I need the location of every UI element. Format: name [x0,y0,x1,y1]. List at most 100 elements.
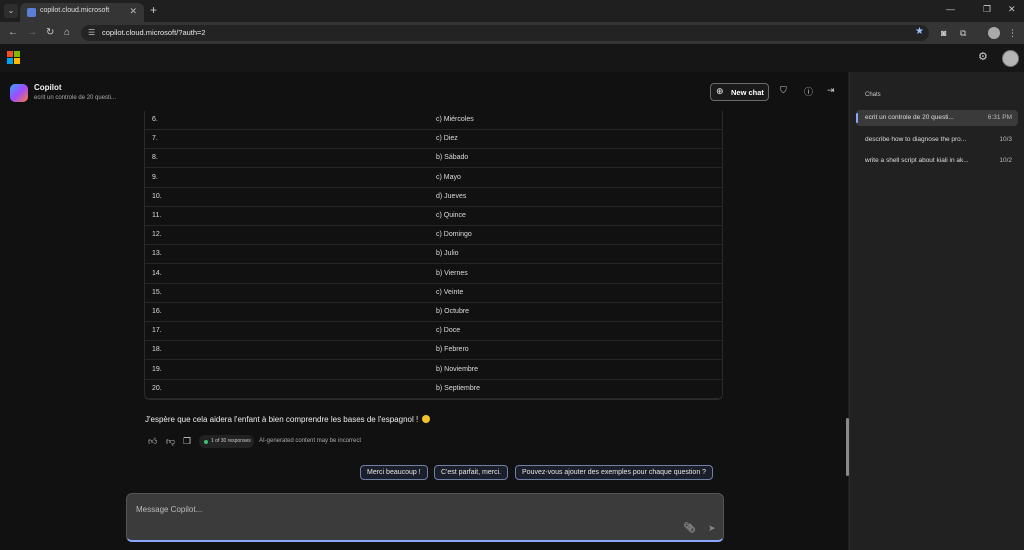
table-row: 15. c) Veinte [145,284,722,303]
table-row: 7. c) Diez [145,130,722,150]
chat-history-item[interactable]: ecrit un controle de 20 questi... 6:31 P… [856,110,1018,126]
answer-cell: b) Sábado [436,154,469,162]
url-text[interactable]: copilot.cloud.microsoft/?auth=2 [102,28,206,37]
answer-cell: b) Viernes [436,269,468,277]
minimize-icon[interactable]: — [946,4,955,14]
question-number: 13. [152,250,162,258]
question-number: 11. [152,212,162,219]
page-title: Copilot [34,83,62,92]
send-icon[interactable]: ➤ [708,523,716,534]
table-row: 17. c) Doce [145,322,722,342]
info-icon[interactable]: ⓘ [804,85,813,98]
restore-icon[interactable]: ❐ [983,4,991,15]
user-avatar[interactable] [1002,50,1019,67]
forward-icon[interactable]: → [27,27,37,38]
chat-subtitle: ecrit un controle de 20 questi... [34,95,117,101]
question-number: 14. [152,269,162,277]
table-row: 6. c) Miércoles [145,111,722,130]
open-sidebar-icon[interactable]: ⇥ [827,85,835,96]
answer-cell: d) Jueves [436,192,467,200]
answers-table: 6. c) Miércoles 7. c) Diez 8. b) Sábado 9. c) M… [144,111,723,400]
browser-tab-strip: ⌄ copilot.cloud.microsoft ✕ + — ❐ ✕ [0,0,1024,22]
question-number: 19. [152,365,162,373]
suggestion-chip-3[interactable]: Pouvez-vous ajouter des exemples pour ch… [515,465,714,480]
copilot-logo-icon [10,84,28,102]
browser-menu-icon[interactable]: ⋮ [1008,28,1017,39]
attach-paperclip-icon[interactable]: 📎︎ [683,523,696,534]
question-number: 12. [152,231,162,239]
responses-count: 1 of 30 responses [211,438,251,444]
active-indicator [856,113,858,123]
table-row: 11. c) Quince [145,207,722,226]
shield-icon[interactable]: ⛉ [780,85,787,96]
chat-history-title: write a shell script about kiali in ak..… [865,157,969,164]
table-row: 10. d) Jueves [145,188,722,207]
table-row: 18. b) Febrero [145,341,722,361]
question-number: 20. [152,384,162,392]
tab-close-icon[interactable]: ✕ [129,6,137,17]
answer-cell: c) Mayo [436,173,461,181]
extensions-icon[interactable]: ⧉ [960,28,966,39]
chat-history-time: 6:31 PM [987,114,1012,121]
bookmark-star-icon[interactable]: ★ [915,26,924,37]
suggestion-chip-2[interactable]: C'est parfait, merci. [434,465,509,480]
chats-sidebar: Chats ecrit un controle de 20 questi... … [849,72,1024,550]
microsoft-logo[interactable] [7,51,20,64]
table-row: 8. b) Sábado [145,149,722,169]
site-info-icon[interactable]: ☰ [88,28,95,37]
answer-cell: b) Julio [436,250,459,258]
table-row: 16. b) Octubre [145,303,722,322]
question-number: 15. [152,288,162,296]
table-row: 12. c) Domingo [145,226,722,246]
browser-profile-avatar[interactable] [988,27,1000,39]
new-tab-button[interactable]: + [150,3,157,17]
table-row: 9. c) Mayo [145,169,722,188]
thumbs-down-icon[interactable]: 👎︎ [166,436,175,447]
question-number: 18. [152,346,162,354]
thumbs-up-icon[interactable]: 👍︎ [148,436,157,447]
question-number: 10. [152,192,162,200]
chat-history-item[interactable]: write a shell script about kiali in ak..… [856,153,1018,169]
tab-title: copilot.cloud.microsoft [40,7,110,14]
home-icon[interactable]: ⌂ [64,27,70,38]
message-composer[interactable]: 📎︎ ➤ [126,493,724,542]
answer-cell: c) Veinte [436,288,464,296]
question-number: 7. [152,135,158,143]
smiley-emoji-icon [422,415,431,423]
question-number: 8. [152,154,158,162]
tab-search-icon[interactable]: ⌄ [4,4,18,18]
message-input[interactable] [136,502,636,516]
close-window-icon[interactable]: ✕ [1008,4,1016,15]
answer-cell: b) Octubre [436,308,470,315]
question-number: 16. [152,308,162,315]
new-chat-label: New chat [731,88,764,97]
settings-gear-icon[interactable]: ⚙ [978,50,988,63]
back-icon[interactable]: ← [8,27,18,38]
camera-extension-icon[interactable]: ◙ [941,28,946,38]
new-chat-button[interactable]: ⊕ New chat [710,83,769,101]
question-number: 9. [152,173,158,181]
answer-cell: c) Domingo [436,231,472,239]
status-dot [204,440,208,444]
table-row: 19. b) Noviembre [145,361,722,380]
responses-badge[interactable]: 1 of 30 responses [199,435,254,448]
answer-cell: b) Noviembre [436,365,479,373]
answer-cell: c) Diez [436,135,458,143]
suggestion-chip-1[interactable]: Merci beaucoup ! [360,465,428,480]
sidebar-heading: Chats [865,92,881,98]
address-bar[interactable]: ☰ copilot.cloud.microsoft/?auth=2 ★ [81,25,929,41]
table-row: 13. b) Julio [145,245,722,265]
chat-history-time: 10/3 [999,136,1012,143]
favicon-icon [27,8,36,17]
answer-cell: c) Miércoles [436,116,474,123]
answer-cell: c) Quince [436,212,466,219]
copy-icon[interactable]: ❐ [183,436,191,447]
browser-tab[interactable]: copilot.cloud.microsoft ✕ [20,3,144,22]
reload-icon[interactable]: ↻ [46,27,54,38]
table-row: 14. b) Viernes [145,265,722,284]
browser-toolbar: ← → ↻ ⌂ ☰ copilot.cloud.microsoft/?auth=… [0,22,1024,44]
ai-disclaimer: AI-generated content may be incorrect [259,438,362,444]
answer-cell: c) Doce [436,327,461,335]
chat-history-item[interactable]: describe how to diagnose the pro... 10/3 [856,132,1018,148]
table-row: 20. b) Septiembre [145,380,722,399]
